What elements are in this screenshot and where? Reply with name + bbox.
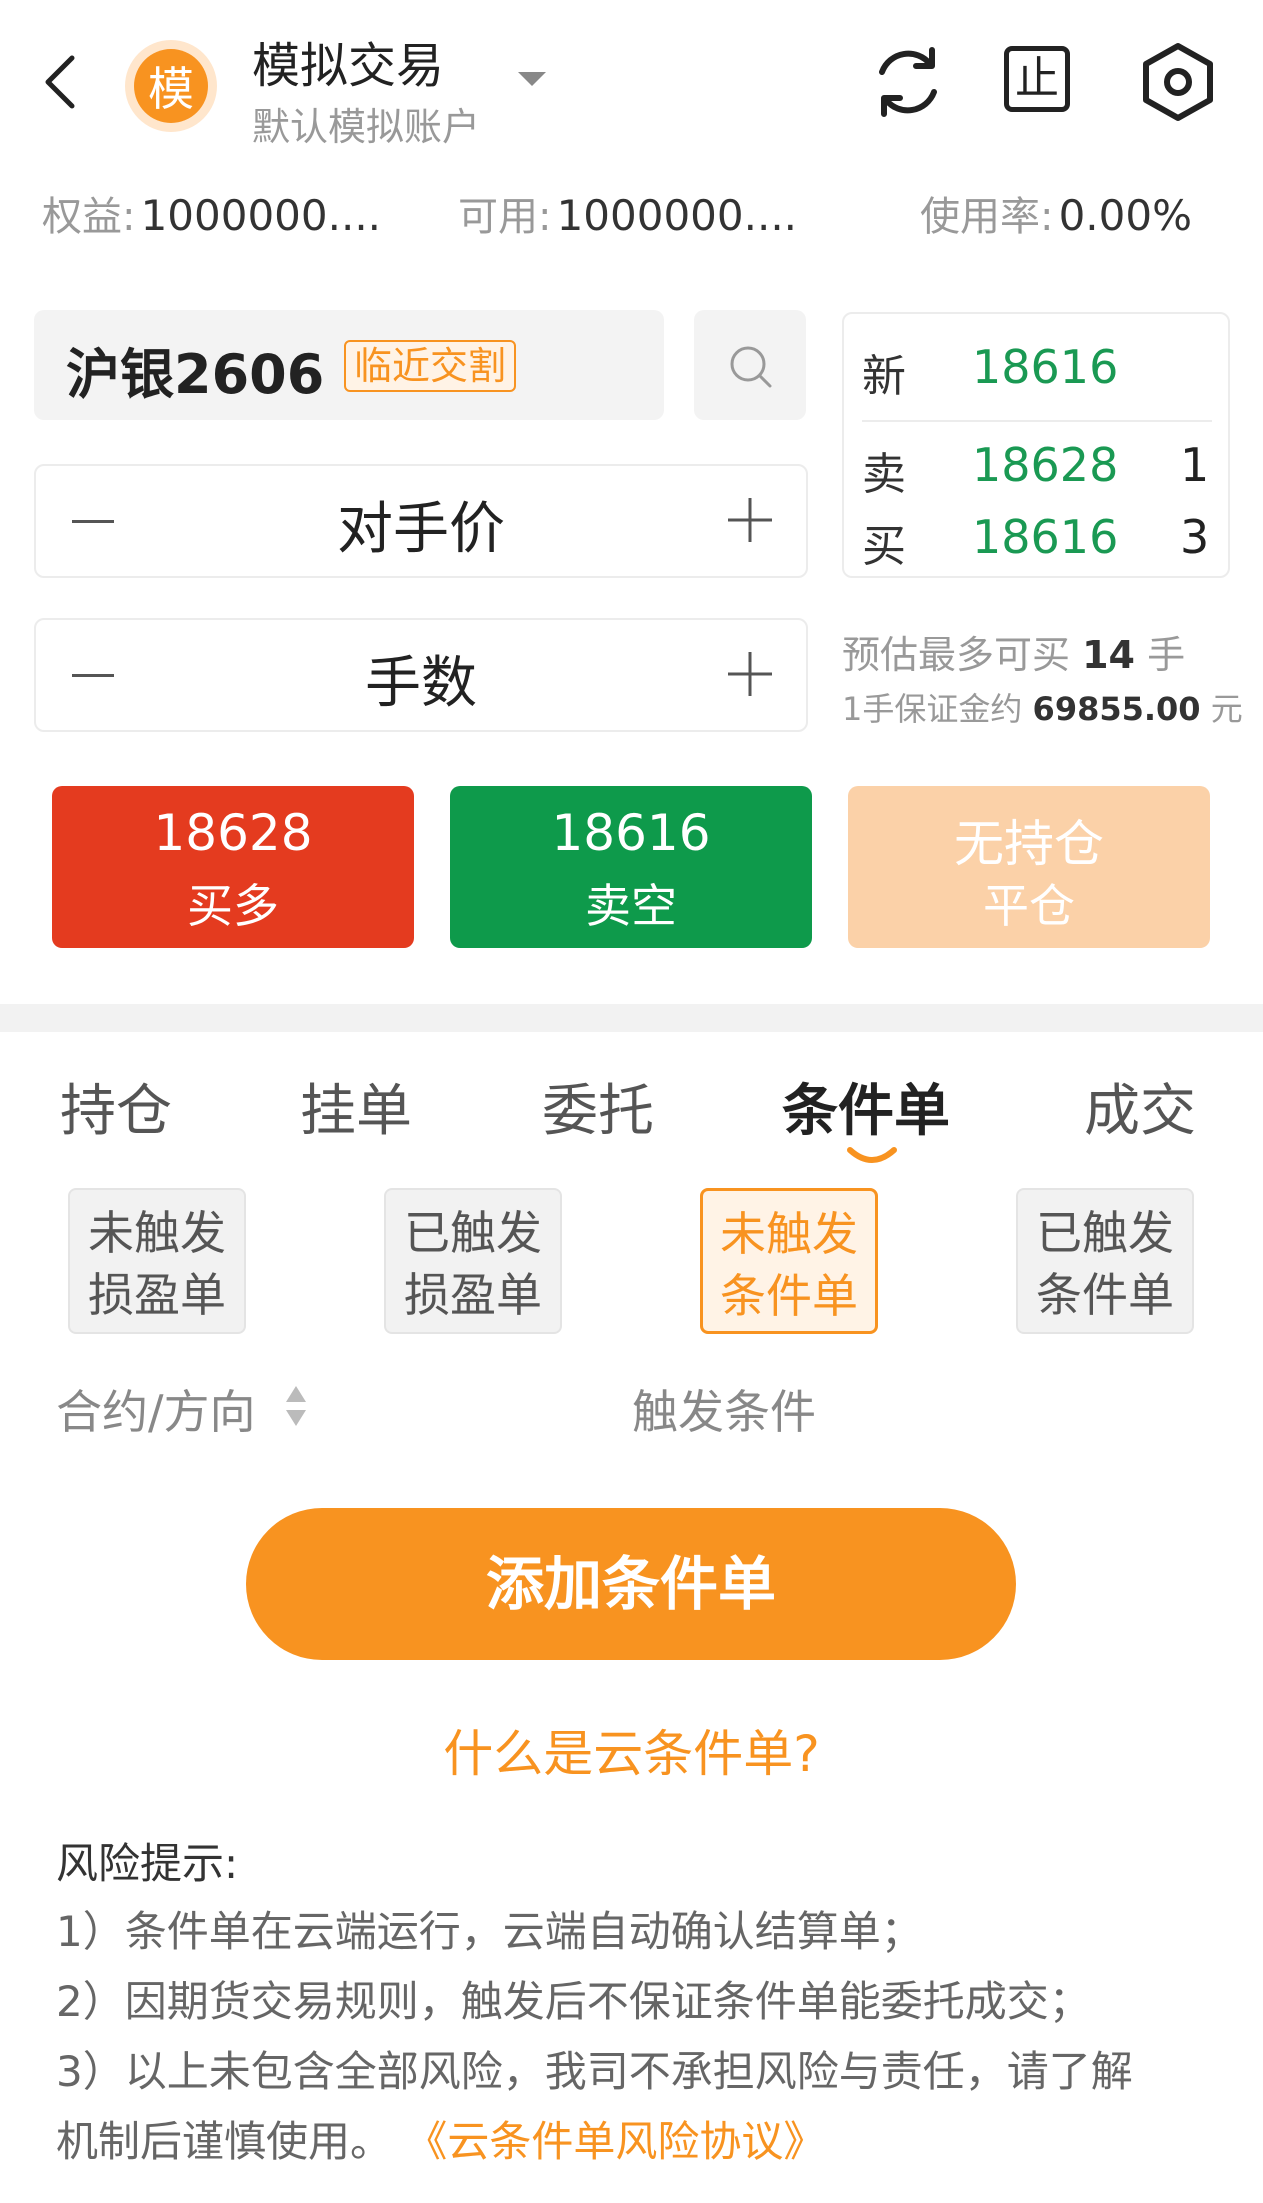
max-buy-estimate: 预估最多可买 14 手 [842,624,1185,679]
contract-direction-header[interactable]: 合约/方向 [56,1376,256,1442]
ask-volume: 1 [1180,438,1210,492]
usage-value: 0.00% [1058,191,1193,240]
margin-prefix: 1手保证金约 [842,690,1023,728]
subtab-untriggered-stop[interactable]: 未触发 损盈单 [68,1188,246,1334]
risk-title: 风险提示: [56,1839,239,1888]
settings-icon[interactable] [1136,40,1220,124]
latest-label: 新 [862,351,906,402]
risk-line-4-text: 机制后谨慎使用。 [56,2117,393,2166]
qty-plus-button[interactable] [728,652,772,696]
delivery-badge: 临近交割 [344,340,517,392]
section-divider [0,1004,1263,1032]
subtab-label-line2: 损盈单 [404,1268,542,1322]
latest-price: 18616 [972,340,1119,394]
margin-estimate: 1手保证金约 69855.00 元 [842,684,1243,730]
price-stepper[interactable]: 对手价 [34,464,808,578]
stop-icon-text: 止 [1015,53,1059,104]
buy-long-button[interactable]: 18628 买多 [52,786,414,948]
risk-line-1: 1）条件单在云端运行，云端自动确认结算单； [56,1907,923,1956]
subtab-label-line1: 未触发 [720,1207,858,1261]
risk-line-4: 机制后谨慎使用。 《云条件单风险协议》 [56,2108,825,2169]
quote-divider [862,420,1212,422]
bid-price: 18616 [972,510,1119,564]
sell-label: 卖空 [585,879,677,933]
ask-label: 卖 [862,449,906,500]
contract-name[interactable]: 沪银2606 [66,330,324,409]
usage-label: 使用率: [920,194,1054,240]
margin-value: 69855.00 [1032,690,1201,728]
risk-line-3: 3）以上未包含全部风险，我司不承担风险与责任，请了解 [56,2047,1133,2096]
sort-icon[interactable] [284,1384,308,1428]
available-stat: 可用: 1000000.... [458,184,797,242]
page-title[interactable]: 模拟交易 [252,26,444,96]
max-buy-value: 14 [1082,633,1135,677]
usage-stat: 使用率: 0.00% [920,184,1192,242]
tab-orders[interactable]: 委托 [542,1066,654,1147]
active-tab-indicator [847,1147,897,1163]
tab-pending[interactable]: 挂单 [300,1066,412,1147]
bid-label: 买 [862,521,906,572]
subtab-label-line2: 损盈单 [88,1268,226,1322]
stop-order-icon[interactable]: 止 [1000,42,1080,122]
ask-price: 18628 [972,438,1119,492]
bid-volume: 3 [1180,510,1210,564]
tab-conditional[interactable]: 条件单 [782,1066,950,1147]
tab-trades[interactable]: 成交 [1084,1066,1196,1147]
equity-label: 权益: [42,194,136,240]
quantity-stepper[interactable]: 手数 [34,618,808,732]
subtab-label-line1: 已触发 [1036,1206,1174,1260]
subtab-triggered-conditional[interactable]: 已触发 条件单 [1016,1188,1194,1334]
subtab-label-line2: 条件单 [720,1269,858,1323]
close-status: 无持仓 [954,815,1104,873]
max-buy-prefix: 预估最多可买 [842,633,1071,677]
risk-agreement-link[interactable]: 《云条件单风险协议》 [405,2117,825,2166]
risk-line-2: 2）因期货交易规则，触发后不保证条件单能委托成交； [56,1977,1091,2026]
price-type-label[interactable]: 对手价 [36,484,806,565]
price-plus-button[interactable] [728,498,772,542]
what-is-cloud-conditional-link[interactable]: 什么是云条件单? [0,1714,1263,1786]
avatar-text: 模 [134,49,208,123]
buy-label: 买多 [187,879,279,933]
close-position-button[interactable]: 无持仓 平仓 [848,786,1210,948]
quantity-input[interactable]: 手数 [36,638,806,719]
add-conditional-order-button[interactable]: 添加条件单 [246,1508,1016,1660]
search-icon[interactable] [726,342,774,390]
subtab-label-line1: 未触发 [88,1206,226,1260]
account-subtitle[interactable]: 默认模拟账户 [252,96,480,151]
account-dropdown-icon[interactable] [518,72,546,86]
equity-value: 1000000.... [140,191,382,240]
back-arrow-icon[interactable] [40,52,80,112]
subtab-label-line1: 已触发 [404,1206,542,1260]
sell-price: 18616 [551,804,711,862]
tab-positions[interactable]: 持仓 [60,1066,172,1147]
sell-short-button[interactable]: 18616 卖空 [450,786,812,948]
close-label: 平仓 [983,879,1075,933]
subtab-untriggered-conditional[interactable]: 未触发 条件单 [700,1188,878,1334]
subtab-label-line2: 条件单 [1036,1268,1174,1322]
trigger-condition-header: 触发条件 [632,1385,816,1439]
available-value: 1000000.... [556,191,798,240]
max-buy-unit: 手 [1147,633,1186,677]
subtab-triggered-stop[interactable]: 已触发 损盈单 [384,1188,562,1334]
buy-price: 18628 [153,804,313,862]
refresh-icon[interactable] [868,42,948,122]
account-avatar: 模 [125,40,217,132]
available-label: 可用: [458,194,552,240]
margin-unit: 元 [1210,690,1243,728]
equity-stat: 权益: 1000000.... [42,184,381,242]
